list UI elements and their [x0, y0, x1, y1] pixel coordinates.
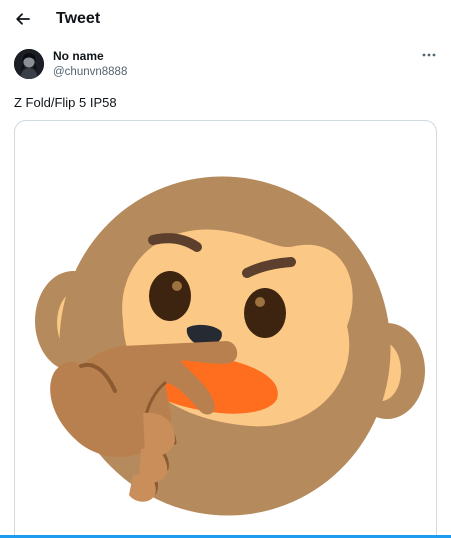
tweet-author: No name @chunvn8888: [14, 47, 439, 83]
tweet-text: Z Fold/Flip 5 IP58: [14, 95, 117, 110]
arrow-left-icon: [16, 13, 30, 25]
tweet-page: Tweet No name @chunvn8888 Z Fold/Flip 5 …: [0, 0, 451, 538]
thinking-monkey-emoji-image: [35, 176, 425, 516]
user-avatar-icon: [14, 49, 44, 79]
page-title: Tweet: [56, 10, 101, 27]
more-options-button[interactable]: [421, 49, 437, 61]
back-button[interactable]: [12, 8, 34, 30]
tweet-media[interactable]: [14, 120, 437, 538]
more-horizontal-icon: [422, 53, 436, 57]
author-handle[interactable]: @chunvn8888: [53, 65, 127, 79]
page-header: Tweet: [0, 0, 451, 40]
author-display-name[interactable]: No name: [53, 49, 104, 63]
avatar[interactable]: [14, 49, 44, 79]
